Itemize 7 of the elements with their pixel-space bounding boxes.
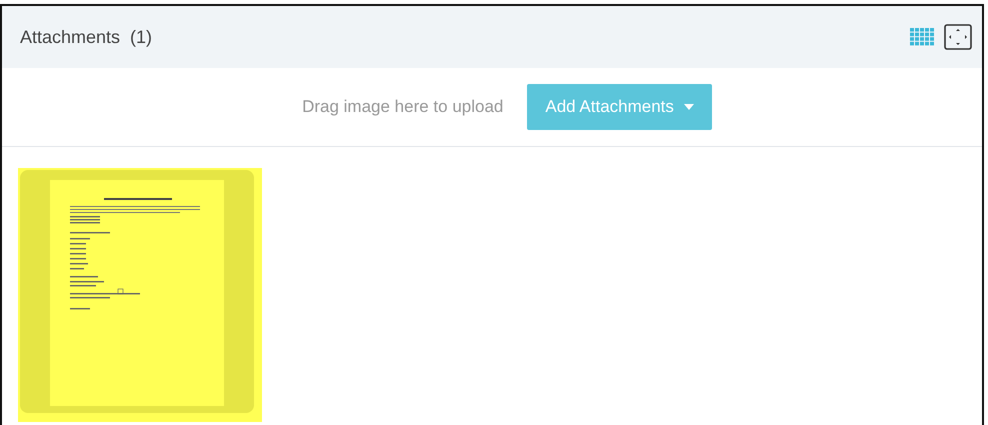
fullscreen-icon[interactable] bbox=[944, 24, 972, 50]
attachment-count: (1) bbox=[130, 26, 152, 48]
add-attachments-button[interactable]: Add Attachments bbox=[527, 84, 712, 130]
upload-hint: Drag image here to upload bbox=[302, 97, 504, 117]
grid-view-icon[interactable] bbox=[910, 28, 934, 46]
caret-icon bbox=[684, 104, 694, 110]
panel-title: Attachments bbox=[20, 26, 120, 48]
